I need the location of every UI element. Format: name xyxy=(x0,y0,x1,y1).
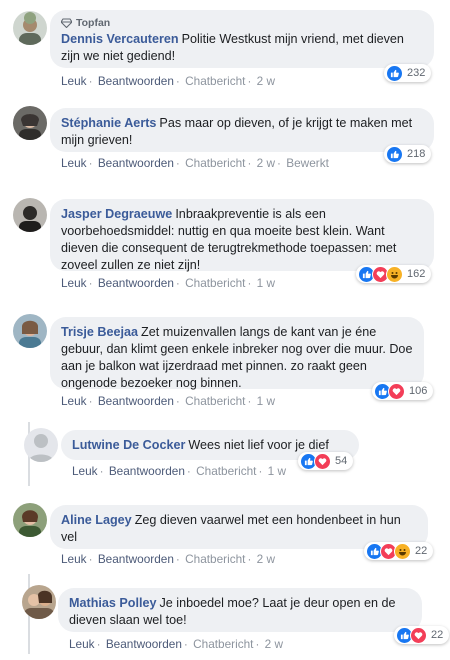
reaction-summary[interactable]: 106 xyxy=(372,382,434,400)
like-link[interactable]: Leuk xyxy=(61,276,87,290)
chat-link[interactable]: Chatbericht xyxy=(193,637,253,651)
like-link[interactable]: Leuk xyxy=(69,637,95,651)
reaction-summary[interactable]: 54 xyxy=(298,452,354,470)
like-link[interactable]: Leuk xyxy=(61,394,87,408)
comment-bubble: Stéphanie Aerts Pas maar op dieven, of je… xyxy=(50,108,434,152)
comment-bubble: Trisje Beejaa Zet muizenvallen langs de k… xyxy=(50,317,424,390)
comment-bubble: Mathias Polley Je inboedel moe? Laat je d… xyxy=(58,588,422,632)
edited-label: Bewerkt xyxy=(286,156,329,170)
comment-actions: Leuk · Beantwoorden · Chatbericht · 2 w xyxy=(69,637,284,651)
chat-link[interactable]: Chatbericht xyxy=(185,276,245,290)
reaction-count: 22 xyxy=(431,629,444,641)
diamond-icon xyxy=(61,18,72,28)
reply-link[interactable]: Beantwoorden xyxy=(98,156,174,170)
timestamp[interactable]: 2 w xyxy=(257,156,275,170)
reply-link[interactable]: Beantwoorden xyxy=(98,74,174,88)
comment-actions: Leuk · Beantwoorden · Chatbericht · 2 w xyxy=(61,74,276,88)
avatar[interactable] xyxy=(13,503,47,537)
reply-link[interactable]: Beantwoorden xyxy=(109,464,185,478)
avatar[interactable] xyxy=(24,428,58,462)
love-icon xyxy=(388,382,405,400)
avatar[interactable] xyxy=(22,585,56,619)
comment-author[interactable]: Lutwine De Cocker xyxy=(72,438,185,452)
reaction-summary[interactable]: 22 xyxy=(394,626,450,644)
haha-icon xyxy=(394,542,411,560)
reaction-summary[interactable]: 162 xyxy=(356,265,432,283)
like-link[interactable]: Leuk xyxy=(61,74,87,88)
chat-link[interactable]: Chatbericht xyxy=(185,156,245,170)
avatar[interactable] xyxy=(13,198,47,232)
avatar[interactable] xyxy=(13,314,47,348)
comment-author[interactable]: Dennis Vercauteren xyxy=(61,32,179,46)
love-icon xyxy=(314,452,331,470)
reaction-count: 162 xyxy=(407,268,426,280)
comment-bubble: Jasper Degraeuwe Inbraakpreventie is als … xyxy=(50,199,434,272)
reply-link[interactable]: Beantwoorden xyxy=(98,276,174,290)
avatar[interactable] xyxy=(13,106,47,140)
chat-link[interactable]: Chatbericht xyxy=(185,74,245,88)
comment-author[interactable]: Mathias Polley xyxy=(69,596,157,610)
reaction-count: 22 xyxy=(415,545,428,557)
comment-actions: Leuk · Beantwoorden · Chatbericht · 2 w · Be… xyxy=(61,156,329,170)
timestamp[interactable]: 1 w xyxy=(257,394,275,408)
reaction-count: 54 xyxy=(335,455,348,467)
comment-text: Wees niet lief voor je dief xyxy=(188,438,329,452)
reaction-summary[interactable]: 218 xyxy=(384,145,432,163)
timestamp[interactable]: 2 w xyxy=(257,74,275,88)
chat-link[interactable]: Chatbericht xyxy=(196,464,256,478)
comment-author[interactable]: Trisje Beejaa xyxy=(61,325,138,339)
reaction-count: 106 xyxy=(409,385,428,397)
like-link[interactable]: Leuk xyxy=(72,464,98,478)
like-link[interactable]: Leuk xyxy=(61,156,87,170)
timestamp[interactable]: 2 w xyxy=(257,552,275,566)
comment-bubble: Topfan Dennis Vercauteren Politie Westkus… xyxy=(50,10,434,68)
topfan-badge: Topfan xyxy=(61,17,423,29)
chat-link[interactable]: Chatbericht xyxy=(185,552,245,566)
chat-link[interactable]: Chatbericht xyxy=(185,394,245,408)
like-icon xyxy=(386,64,403,82)
timestamp[interactable]: 1 w xyxy=(257,276,275,290)
comment-actions: Leuk · Beantwoorden · Chatbericht · 2 w xyxy=(61,552,276,566)
reaction-count: 232 xyxy=(407,67,426,79)
reaction-count: 218 xyxy=(407,148,426,160)
haha-icon xyxy=(386,265,403,283)
reaction-summary[interactable]: 22 xyxy=(364,542,434,560)
comment-author[interactable]: Jasper Degraeuwe xyxy=(61,207,172,221)
timestamp[interactable]: 1 w xyxy=(268,464,286,478)
comment-author[interactable]: Stéphanie Aerts xyxy=(61,116,156,130)
comment-author[interactable]: Aline Lagey xyxy=(61,513,132,527)
timestamp[interactable]: 2 w xyxy=(265,637,283,651)
reply-link[interactable]: Beantwoorden xyxy=(98,394,174,408)
reply-link[interactable]: Beantwoorden xyxy=(106,637,182,651)
reaction-summary[interactable]: 232 xyxy=(384,64,432,82)
comment-actions: Leuk · Beantwoorden · Chatbericht · 1 w xyxy=(61,394,276,408)
comment-actions: Leuk · Beantwoorden · Chatbericht · 1 w xyxy=(72,464,287,478)
reply-link[interactable]: Beantwoorden xyxy=(98,552,174,566)
badge-label: Topfan xyxy=(76,17,111,29)
like-icon xyxy=(386,145,403,163)
love-icon xyxy=(410,626,427,644)
like-link[interactable]: Leuk xyxy=(61,552,87,566)
comment-actions: Leuk · Beantwoorden · Chatbericht · 1 w xyxy=(61,276,276,290)
avatar[interactable] xyxy=(13,11,47,45)
